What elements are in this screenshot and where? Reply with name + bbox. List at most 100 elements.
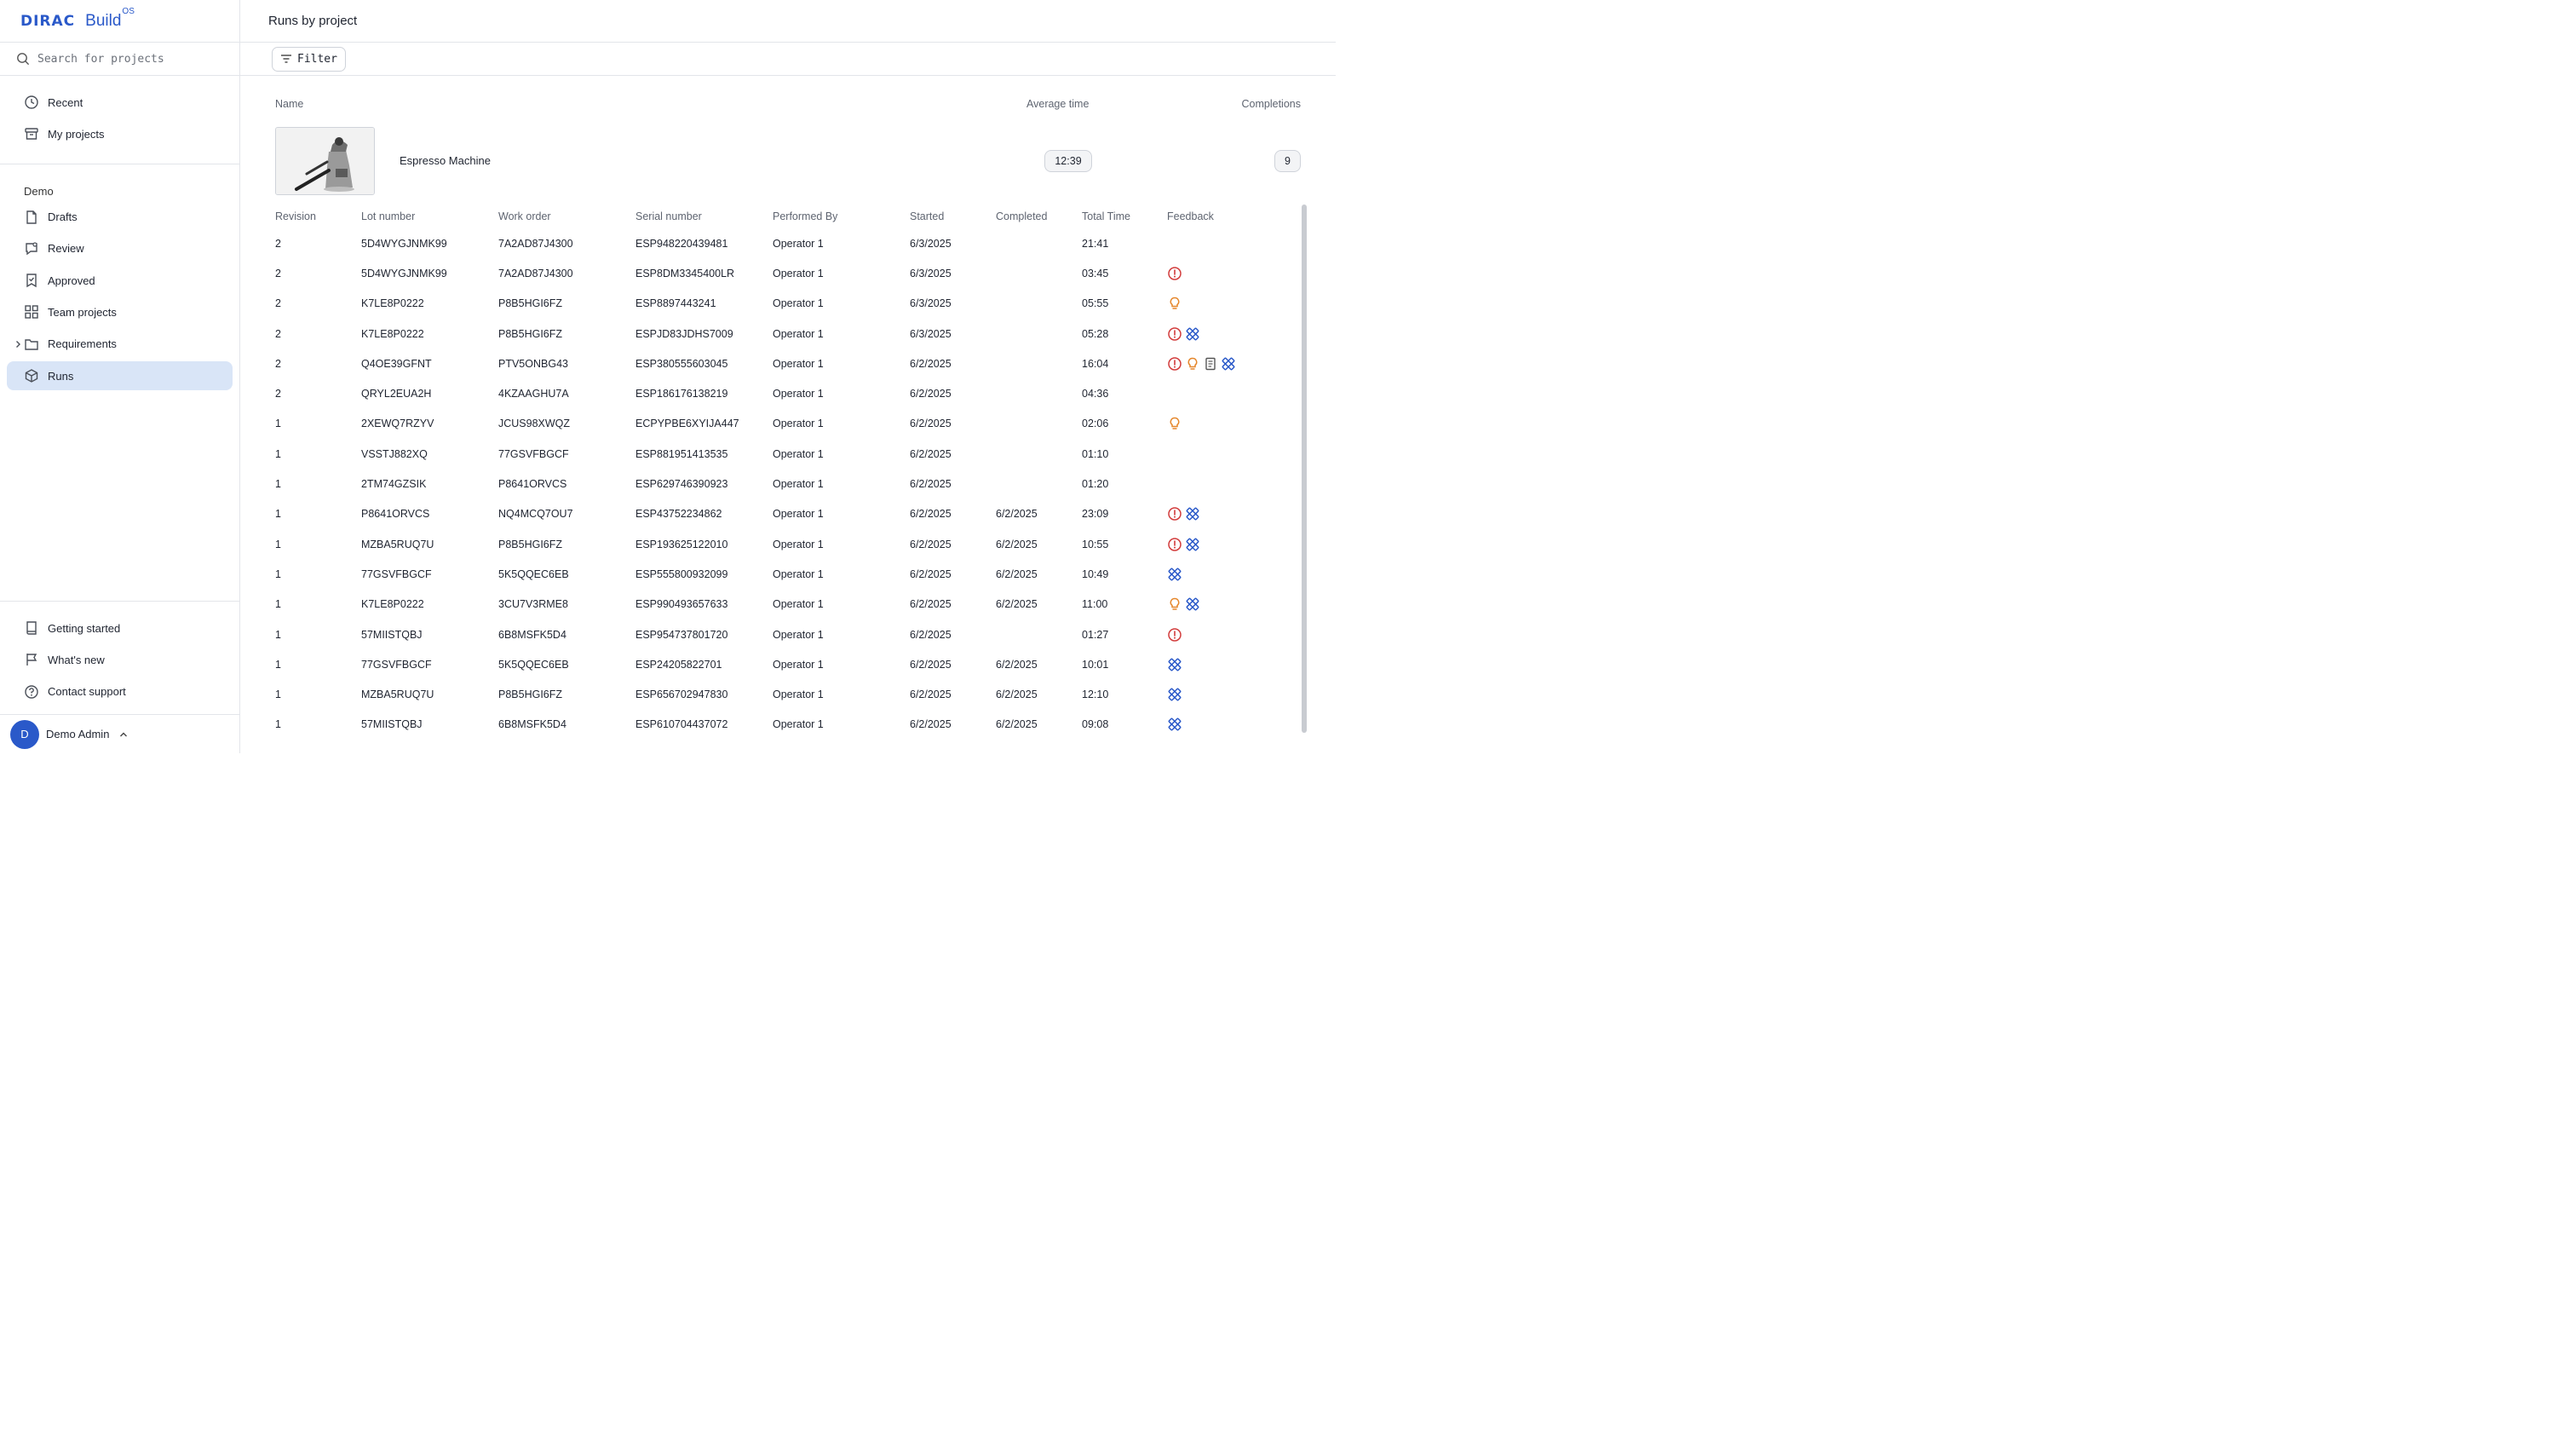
column-header-lot-number[interactable]: Lot number [361, 210, 415, 222]
brand-logo: DIRAC [20, 12, 76, 30]
cell-started: 6/3/2025 [910, 297, 952, 310]
sidebar-item-what-s-new[interactable]: What's new [7, 645, 233, 674]
cell-revision: 2 [275, 357, 281, 370]
cell-serial-number: ESP555800932099 [635, 568, 728, 580]
table-row[interactable]: 1 2TM74GZSIK P8641ORVCS ESP629746390923 Oper… [275, 469, 1297, 498]
cell-revision: 1 [275, 689, 281, 701]
chevron-right-icon[interactable] [10, 337, 26, 352]
table-row[interactable]: 2 QRYL2EUA2H 4KZAAGHU7A ESP186176138219 Oper… [275, 378, 1297, 408]
cell-started: 6/2/2025 [910, 568, 952, 580]
cell-performed-by: Operator 1 [773, 598, 824, 611]
notes-icon[interactable] [1203, 356, 1218, 372]
cell-feedback [1167, 266, 1182, 281]
nav-item-label: What's new [48, 653, 105, 666]
cell-revision: 1 [275, 658, 281, 671]
tools-icon[interactable] [1167, 567, 1182, 582]
cell-work-order: JCUS98XWQZ [498, 418, 571, 430]
sidebar-item-runs[interactable]: Runs [7, 361, 233, 391]
issue-icon[interactable] [1167, 356, 1182, 372]
runs-table-body: 2 5D4WYGJNMK99 7A2AD87J4300 ESP948220439481… [275, 228, 1297, 740]
table-row[interactable]: 2 K7LE8P0222 P8B5HGI6FZ ESPJD83JDHS7009 Oper… [275, 319, 1297, 349]
sidebar-item-my-projects[interactable]: My projects [7, 119, 233, 148]
cell-serial-number: ESP954737801720 [635, 628, 728, 641]
sidebar-item-team-projects[interactable]: Team projects [7, 297, 233, 326]
cell-performed-by: Operator 1 [773, 297, 824, 310]
issue-icon[interactable] [1167, 537, 1182, 552]
tools-icon[interactable] [1167, 657, 1182, 672]
brand[interactable]: DIRAC BuildOS [0, 0, 239, 43]
cell-performed-by: Operator 1 [773, 628, 824, 641]
column-header-completed[interactable]: Completed [996, 210, 1047, 222]
column-header-total-time[interactable]: Total Time [1082, 210, 1130, 222]
runs-table-header: Revision Lot number Work order Serial numbe… [275, 206, 1297, 228]
filter-button[interactable]: Filter [272, 46, 346, 72]
cube-icon [24, 368, 39, 383]
tools-icon[interactable] [1167, 687, 1182, 702]
table-row[interactable]: 2 K7LE8P0222 P8B5HGI6FZ ESP8897443241 Operat… [275, 289, 1297, 319]
cell-serial-number: ESP8897443241 [635, 297, 716, 310]
sidebar-item-recent[interactable]: Recent [7, 88, 233, 117]
table-row[interactable]: 2 5D4WYGJNMK99 7A2AD87J4300 ESP948220439481… [275, 228, 1297, 258]
cell-started: 6/2/2025 [910, 658, 952, 671]
archive-icon [24, 126, 39, 141]
table-row[interactable]: 1 MZBA5RUQ7U P8B5HGI6FZ ESP656702947830 Oper… [275, 679, 1297, 709]
cell-feedback [1167, 567, 1182, 582]
cell-performed-by: Operator 1 [773, 327, 824, 340]
issue-icon[interactable] [1167, 326, 1182, 342]
cell-performed-by: Operator 1 [773, 718, 824, 731]
column-header-performed-by[interactable]: Performed By [773, 210, 837, 222]
nav-item-label: Review [48, 242, 84, 256]
search-input[interactable] [37, 52, 225, 66]
lightbulb-icon[interactable] [1167, 296, 1182, 311]
lightbulb-icon[interactable] [1185, 356, 1200, 372]
sidebar-item-approved[interactable]: Approved [7, 266, 233, 295]
project-row[interactable]: Espresso Machine 12:39 9 [275, 127, 1301, 195]
cell-lot-number: P8641ORVCS [361, 508, 430, 521]
lightbulb-icon[interactable] [1167, 416, 1182, 431]
table-row[interactable]: 1 77GSVFBGCF 5K5QQEC6EB ESP24205822701 Opera… [275, 649, 1297, 679]
column-header-work-order[interactable]: Work order [498, 210, 551, 222]
table-row[interactable]: 2 5D4WYGJNMK99 7A2AD87J4300 ESP8DM3345400LR… [275, 258, 1297, 288]
table-row[interactable]: 1 VSSTJ882XQ 77GSVFBGCF ESP881951413535 Oper… [275, 439, 1297, 469]
sidebar-item-review[interactable]: Review [7, 234, 233, 263]
issue-icon[interactable] [1167, 266, 1182, 281]
table-row[interactable]: 1 2XEWQ7RZYV JCUS98XWQZ ECPYPBE6XYIJA447 Ope… [275, 409, 1297, 439]
tools-icon[interactable] [1185, 506, 1200, 521]
table-row[interactable]: 1 K7LE8P0222 3CU7V3RME8 ESP990493657633 Oper… [275, 590, 1297, 619]
cell-total-time: 10:55 [1082, 538, 1109, 550]
sidebar-item-requirements[interactable]: Requirements [7, 330, 233, 359]
table-row[interactable]: 1 P8641ORVCS NQ4MCQ7OU7 ESP43752234862 Opera… [275, 499, 1297, 529]
column-header-serial-number[interactable]: Serial number [635, 210, 702, 222]
book-icon [24, 620, 39, 636]
sidebar-item-drafts[interactable]: Drafts [7, 203, 233, 232]
cell-performed-by: Operator 1 [773, 357, 824, 370]
table-row[interactable]: 1 77GSVFBGCF 5K5QQEC6EB ESP555800932099 Oper… [275, 559, 1297, 589]
header-average-time: Average time [1026, 98, 1090, 110]
scrollbar[interactable] [1302, 205, 1307, 733]
lightbulb-icon[interactable] [1167, 596, 1182, 612]
column-header-feedback[interactable]: Feedback [1167, 210, 1214, 222]
folder-icon [24, 337, 39, 352]
table-row[interactable]: 1 57MIISTQBJ 6B8MSFK5D4 ESP610704437072 Oper… [275, 710, 1297, 740]
tools-icon[interactable] [1167, 717, 1182, 732]
cell-feedback [1167, 627, 1182, 642]
cell-serial-number: ESP380555603045 [635, 357, 728, 370]
issue-icon[interactable] [1167, 627, 1182, 642]
table-row[interactable]: 2 Q4OE39GFNT PTV5ONBG43 ESP380555603045 Oper… [275, 349, 1297, 378]
tools-icon[interactable] [1185, 537, 1200, 552]
cell-lot-number: 57MIISTQBJ [361, 718, 423, 731]
tools-icon[interactable] [1185, 326, 1200, 342]
column-header-started[interactable]: Started [910, 210, 944, 222]
sidebar-item-getting-started[interactable]: Getting started [7, 614, 233, 642]
user-menu[interactable]: D Demo Admin [0, 714, 239, 753]
sidebar-item-contact-support[interactable]: Contact support [7, 677, 233, 706]
column-header-revision[interactable]: Revision [275, 210, 316, 222]
table-row[interactable]: 1 57MIISTQBJ 6B8MSFK5D4 ESP954737801720 Oper… [275, 619, 1297, 649]
grid-icon [24, 304, 39, 320]
cell-performed-by: Operator 1 [773, 388, 824, 400]
table-row[interactable]: 1 MZBA5RUQ7U P8B5HGI6FZ ESP193625122010 Oper… [275, 529, 1297, 559]
tools-icon[interactable] [1221, 356, 1236, 372]
issue-icon[interactable] [1167, 506, 1182, 521]
nav-item-label: Approved [48, 274, 95, 287]
tools-icon[interactable] [1185, 596, 1200, 612]
